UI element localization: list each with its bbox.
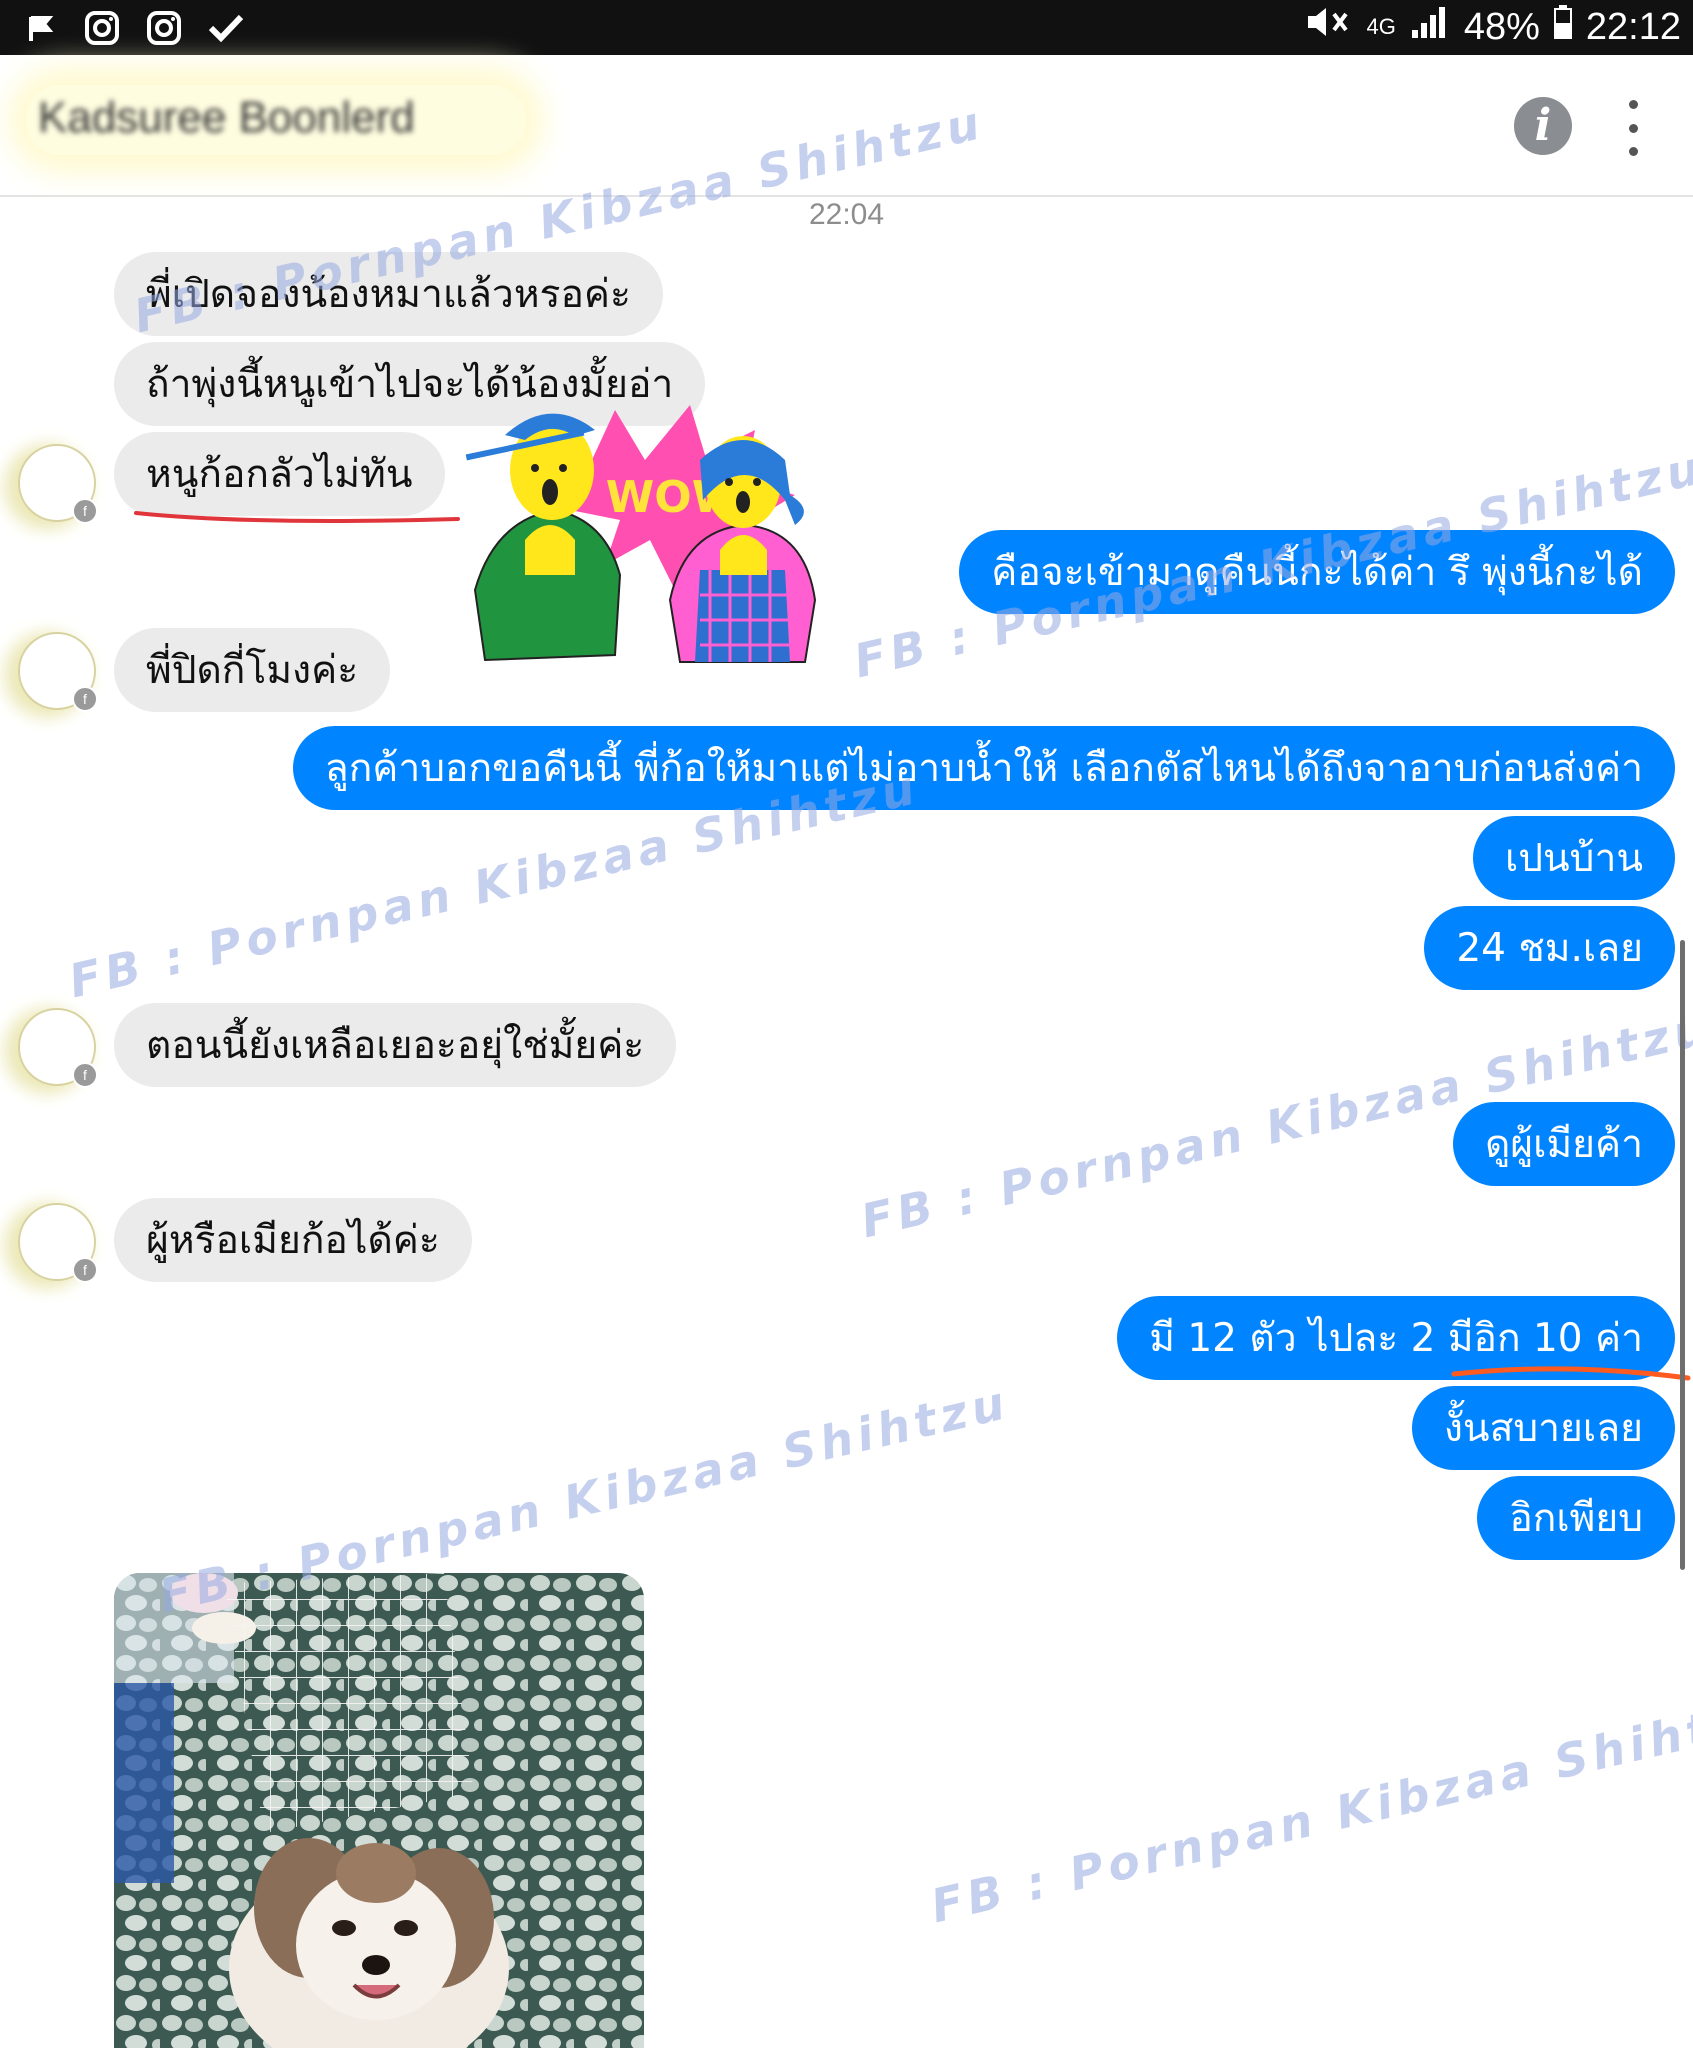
messenger-badge-icon: f: [72, 686, 98, 712]
message-bubble-outgoing[interactable]: เปนบ้าน: [1472, 816, 1675, 900]
flag-icon: [20, 8, 60, 48]
info-button[interactable]: i: [1514, 97, 1572, 155]
message-bubble-outgoing[interactable]: ลูกค้าบอกขอคืนนี้ พี่ก้อให้มาแต่ไม่อาบน้…: [292, 726, 1675, 810]
contact-name[interactable]: Kadsuree Boonlerd: [38, 93, 415, 143]
system-status: 4G 48% 22:12: [1304, 4, 1681, 50]
message-bubble-outgoing[interactable]: 24 ชม.เลย: [1424, 906, 1675, 990]
watermark: FB : Pornpan Kibzaa Shihtzu: [925, 1684, 1693, 1934]
message-bubble-incoming[interactable]: หนูก้อกลัวไม่ทัน: [114, 432, 445, 516]
instagram-icon: [144, 8, 184, 48]
info-icon: i: [1534, 100, 1552, 151]
contact-avatar[interactable]: f: [18, 1008, 98, 1088]
message-bubble-incoming[interactable]: พี่ปิดกี่โมงค่ะ: [114, 628, 391, 712]
messenger-badge-icon: f: [72, 498, 98, 524]
status-bar: 4G 48% 22:12: [0, 0, 1693, 55]
orange-underline: [1451, 1366, 1691, 1381]
battery-icon: [1553, 5, 1572, 49]
message-timestamp: 22:04: [808, 198, 885, 231]
message-bubble-incoming[interactable]: ตอนนี้ยังเหลือเยอะอยุ่ใช่มั้ยค่ะ: [114, 1003, 677, 1087]
network-type: 4G: [1366, 14, 1396, 39]
signal-icon: [1410, 4, 1450, 50]
check-icon: [206, 8, 246, 48]
messenger-badge-icon: f: [72, 1062, 98, 1088]
message-bubble-outgoing[interactable]: อิกเพียบ: [1477, 1476, 1675, 1560]
shared-photo-puppy[interactable]: [114, 1573, 644, 2048]
messenger-badge-icon: f: [72, 1257, 98, 1283]
instagram-icon: [82, 8, 122, 48]
message-bubble-incoming[interactable]: ผู้หรือเมียก้อได้ค่ะ: [114, 1198, 472, 1282]
notification-icons: [20, 8, 246, 48]
mute-icon: [1304, 4, 1352, 50]
contact-avatar[interactable]: f: [18, 1203, 98, 1283]
battery-level: 48%: [1463, 5, 1540, 48]
scrollbar[interactable]: [1680, 940, 1685, 1570]
red-underline: [134, 511, 460, 523]
wow-sticker[interactable]: WOW: [455, 400, 860, 675]
message-bubble-outgoing[interactable]: งั้นสบายเลย: [1411, 1386, 1675, 1470]
clock: 22:12: [1585, 5, 1681, 48]
more-options-button[interactable]: [1625, 100, 1641, 156]
message-bubble-outgoing[interactable]: ดูผู้เมียค้า: [1452, 1102, 1675, 1186]
contact-avatar[interactable]: f: [18, 444, 98, 524]
contact-avatar[interactable]: f: [18, 632, 98, 712]
